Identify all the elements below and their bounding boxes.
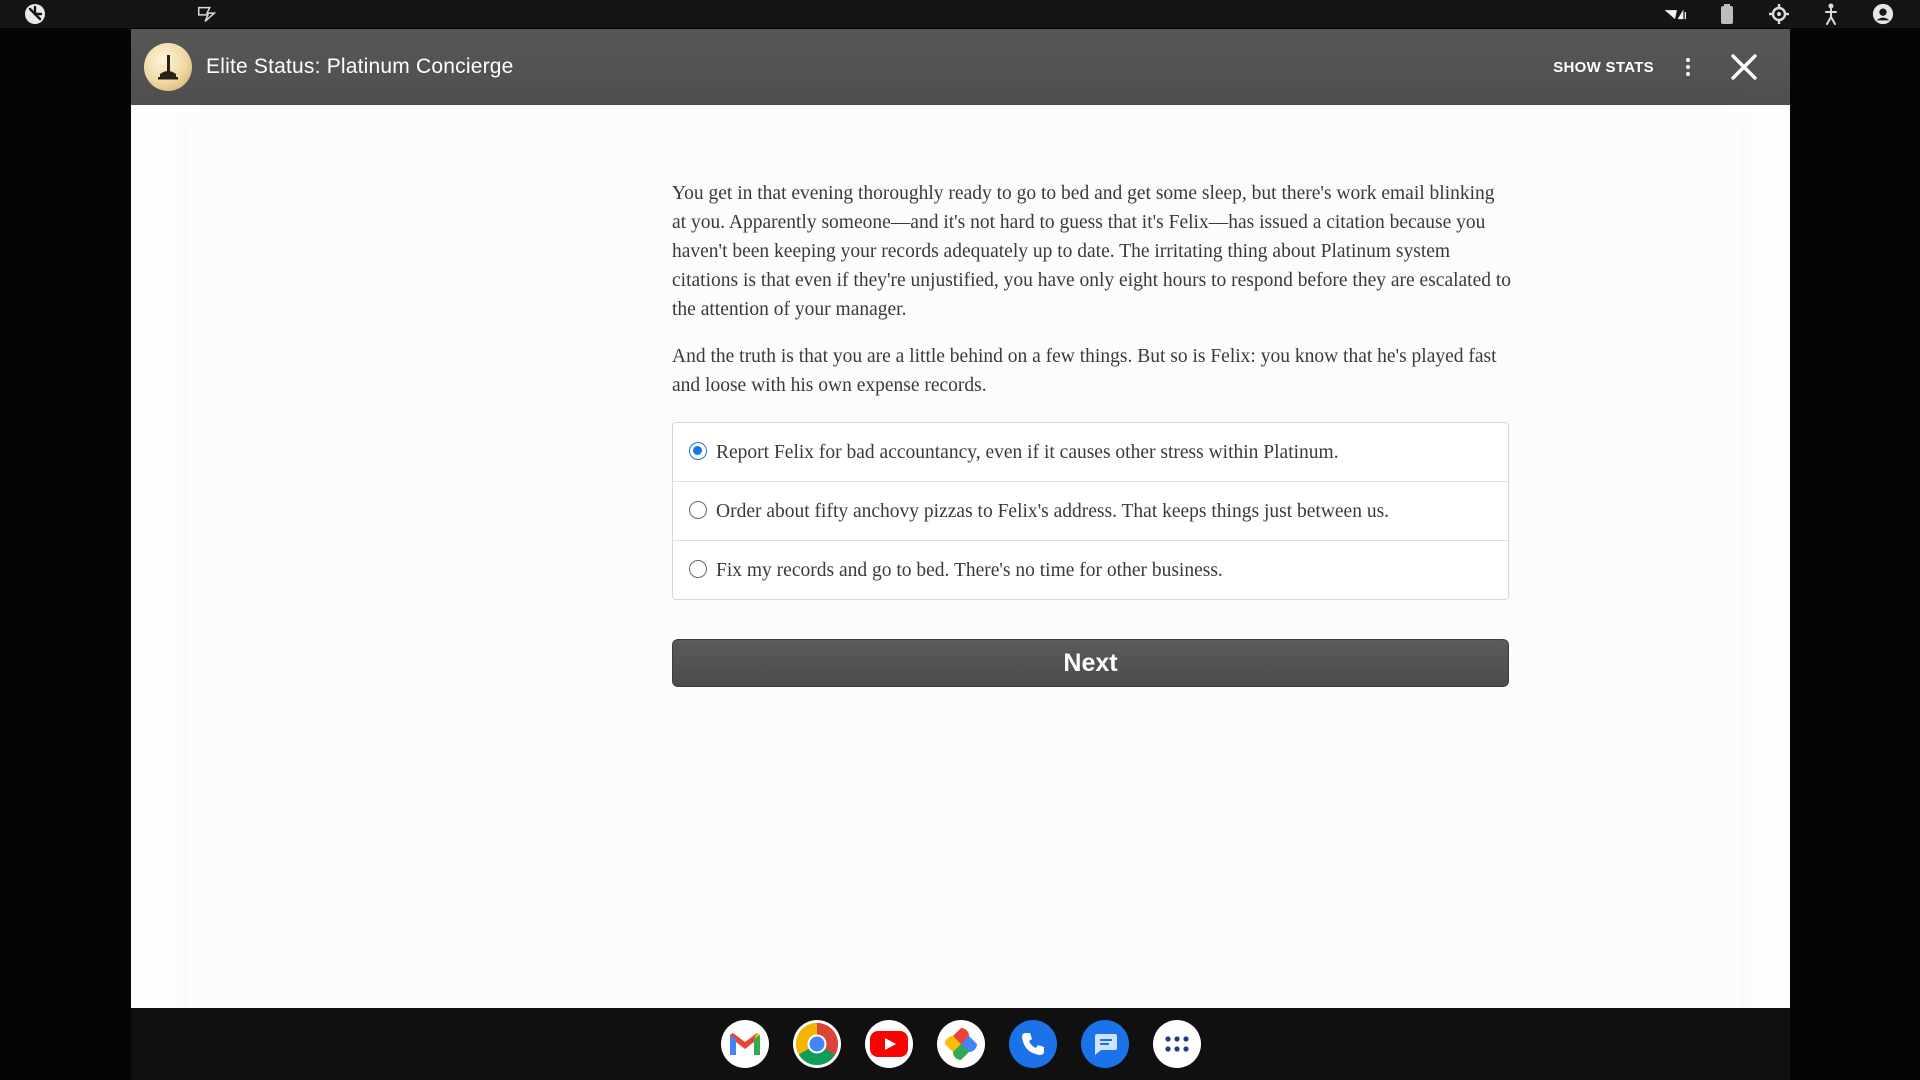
choice-label: Fix my records and go to bed. There's no… (716, 560, 1223, 581)
choice-option-fix-records[interactable]: Fix my records and go to bed. There's no… (673, 540, 1508, 599)
photos-icon[interactable] (936, 1020, 985, 1068)
story-paragraph: You get in that evening thoroughly ready… (672, 183, 1512, 320)
radio-button[interactable] (689, 501, 707, 519)
bellhop-icon (158, 55, 178, 80)
choice-list: Report Felix for bad accountancy, even i… (672, 422, 1509, 600)
choice-label: Order about fifty anchovy pizzas to Feli… (716, 501, 1390, 522)
app-title: Elite Status: Platinum Concierge (206, 55, 514, 78)
story-paragraph: And the truth is that you are a little b… (672, 346, 1497, 396)
app-window: Elite Status: Platinum Concierge SHOW ST… (131, 29, 1790, 1041)
chrome-icon[interactable] (792, 1020, 841, 1068)
account-icon[interactable] (1872, 3, 1894, 25)
more-options-icon[interactable] (1676, 47, 1700, 87)
choice-option-order-pizzas[interactable]: Order about fifty anchovy pizzas to Feli… (673, 481, 1508, 540)
story-text: You get in that evening thoroughly ready… (672, 179, 1512, 418)
close-icon[interactable] (1722, 45, 1766, 89)
wifi-icon[interactable] (1664, 3, 1686, 25)
radio-button[interactable] (689, 560, 707, 578)
phone-icon[interactable] (1008, 1020, 1057, 1068)
messages-icon[interactable] (1080, 1020, 1129, 1068)
choice-option-report-felix[interactable]: Report Felix for bad accountancy, even i… (673, 423, 1508, 481)
app-bar: Elite Status: Platinum Concierge SHOW ST… (131, 29, 1790, 105)
gmail-icon[interactable] (720, 1020, 769, 1068)
app-logo (144, 43, 192, 91)
next-button[interactable]: Next (672, 639, 1509, 687)
app-launcher-icon[interactable] (24, 3, 46, 25)
system-status-bar (0, 0, 1920, 28)
choice-label: Report Felix for bad accountancy, even i… (716, 442, 1339, 463)
shelf-dock (131, 1008, 1790, 1080)
show-stats-button[interactable]: SHOW STATS (1553, 59, 1654, 76)
status-bar-left (24, 3, 218, 25)
status-bar-right (1664, 3, 1896, 25)
app-grid-icon[interactable] (1152, 1020, 1201, 1068)
settings-icon[interactable] (1768, 3, 1790, 25)
notification-icon[interactable] (196, 3, 218, 25)
radio-button-selected[interactable] (689, 442, 707, 460)
battery-icon[interactable] (1716, 3, 1738, 25)
youtube-icon[interactable] (864, 1020, 913, 1068)
accessibility-icon[interactable] (1820, 3, 1842, 25)
